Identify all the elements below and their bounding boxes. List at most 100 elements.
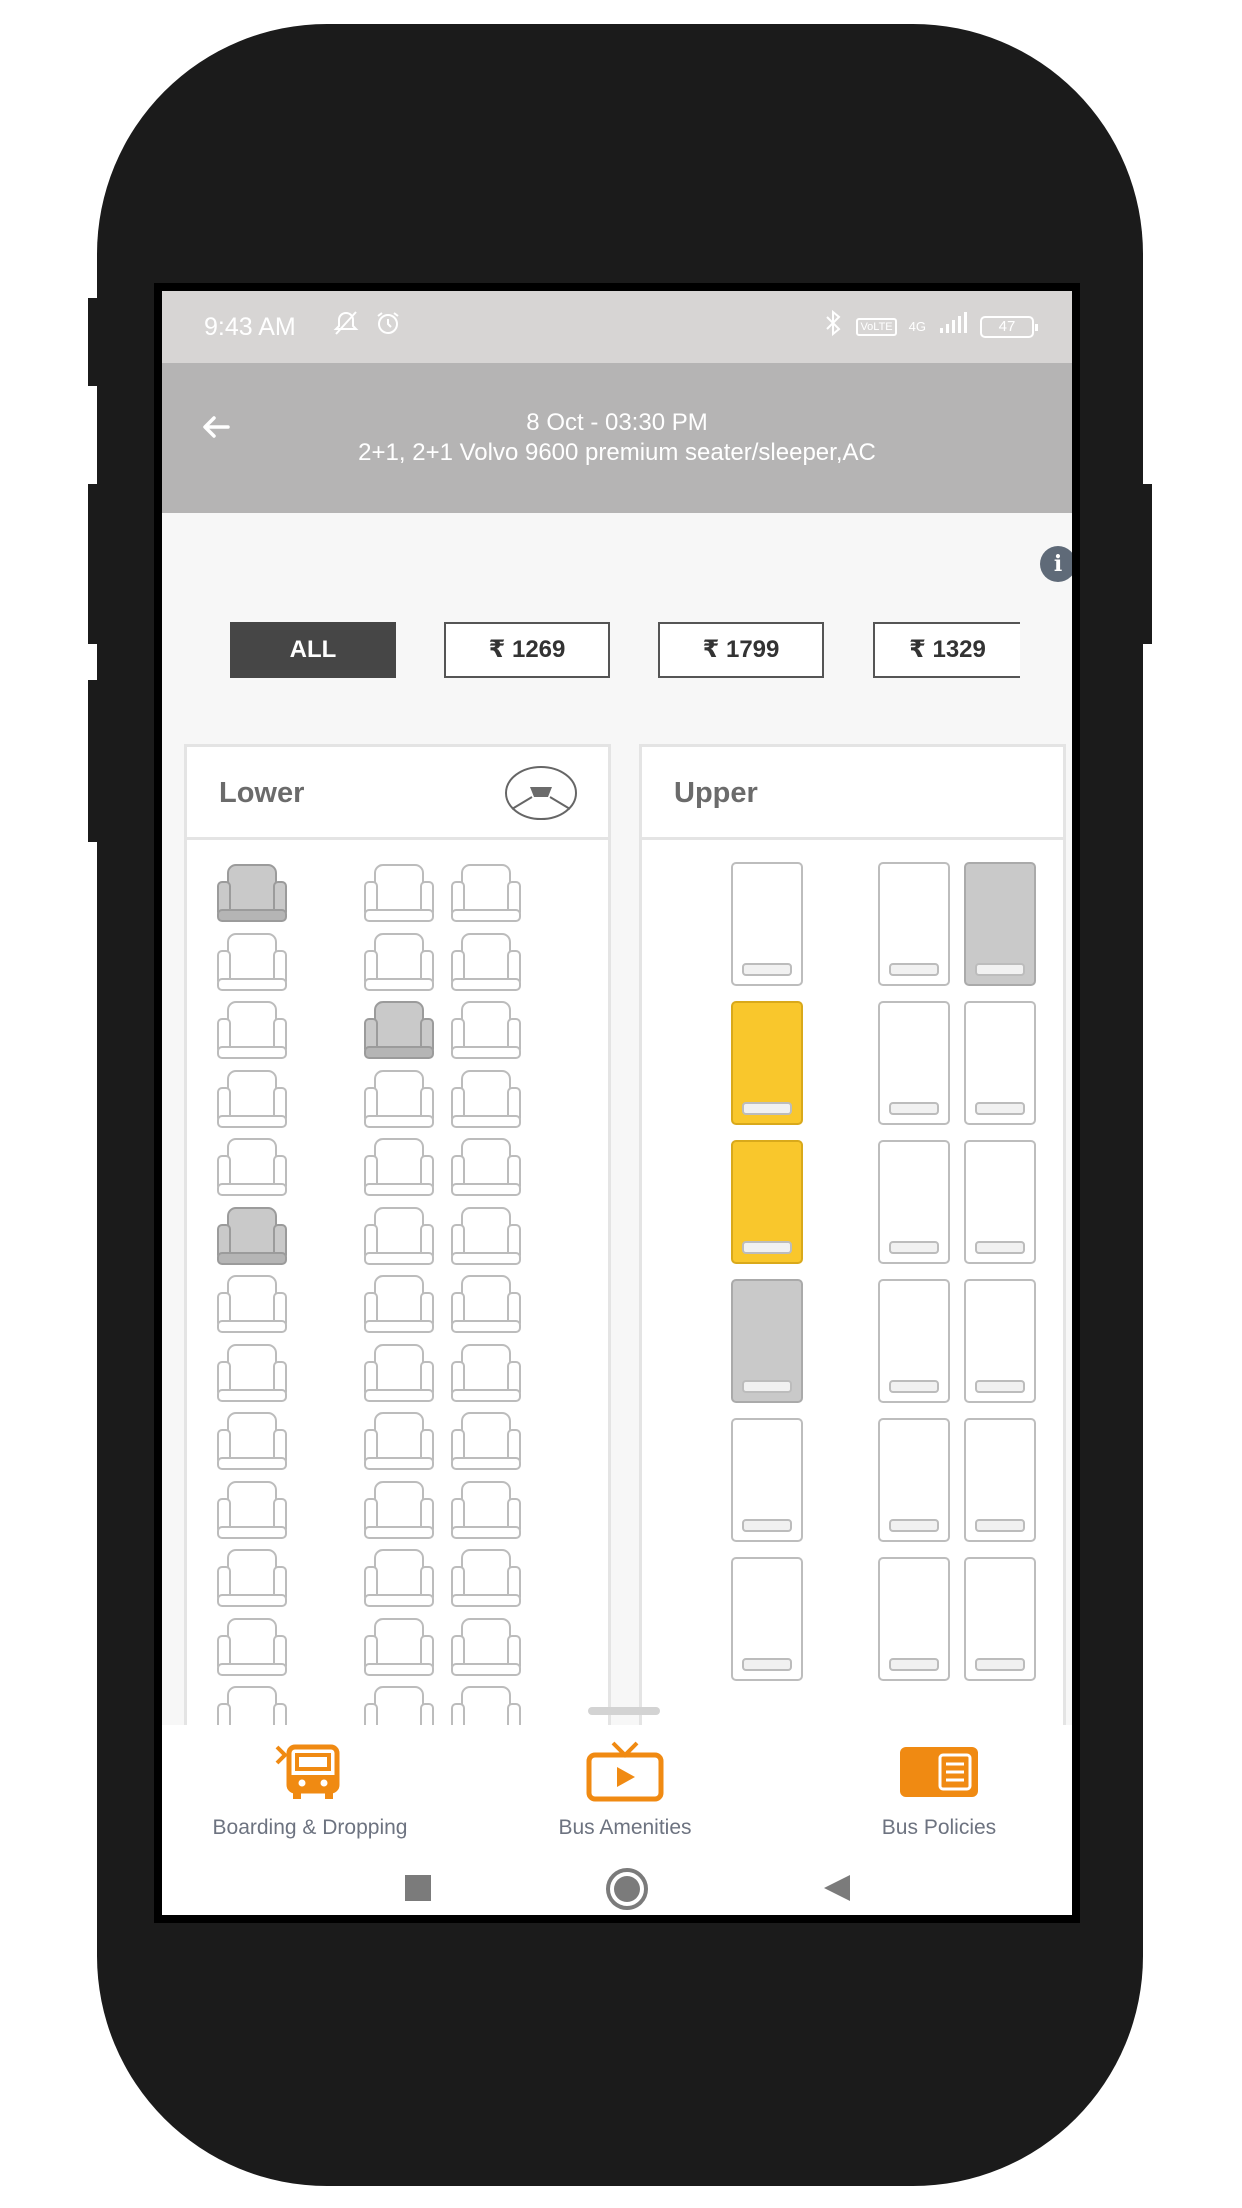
seat[interactable]	[215, 1068, 289, 1130]
home-circle-icon[interactable]	[605, 1867, 649, 1915]
seat[interactable]	[362, 999, 436, 1061]
berth-pillow	[975, 1519, 1025, 1532]
sleeper-berth[interactable]	[964, 1279, 1036, 1403]
bluetooth-icon	[822, 309, 844, 344]
seat[interactable]	[449, 999, 523, 1061]
sleeper-berth[interactable]	[731, 1140, 803, 1264]
sleeper-berth[interactable]	[878, 1557, 950, 1681]
seat[interactable]	[215, 1273, 289, 1335]
tab-boarding-dropping[interactable]: Boarding & Dropping	[180, 1741, 440, 1840]
tab-label: Bus Policies	[881, 1816, 997, 1839]
seat[interactable]	[449, 1136, 523, 1198]
sleeper-berth[interactable]	[964, 862, 1036, 986]
seat[interactable]	[215, 862, 289, 924]
bus-icon	[275, 1744, 345, 1807]
android-nav-bar	[162, 1851, 1072, 1915]
sleeper-berth[interactable]	[878, 862, 950, 986]
sleeper-berth[interactable]	[731, 862, 803, 986]
sleeper-berth[interactable]	[964, 1140, 1036, 1264]
seat[interactable]	[449, 1205, 523, 1267]
berth-pillow	[742, 1380, 792, 1393]
volte-icon: VoLTE	[856, 317, 897, 336]
seat[interactable]	[215, 1342, 289, 1404]
berth-pillow	[975, 1380, 1025, 1393]
berth-pillow	[975, 963, 1025, 976]
sleeper-berth[interactable]	[731, 1279, 803, 1403]
seat[interactable]	[362, 1410, 436, 1472]
tab-bus-amenities[interactable]: Bus Amenities	[495, 1741, 755, 1840]
sleeper-berth[interactable]	[878, 1140, 950, 1264]
seat[interactable]	[215, 1547, 289, 1609]
seat[interactable]	[362, 1342, 436, 1404]
berth-pillow	[742, 1102, 792, 1115]
drag-handle[interactable]	[588, 1707, 660, 1715]
seat[interactable]	[215, 999, 289, 1061]
sleeper-berth[interactable]	[964, 1557, 1036, 1681]
filter-price-button[interactable]: ₹ 1799	[658, 622, 824, 678]
lower-deck-title: Lower	[219, 777, 305, 809]
seat[interactable]	[215, 1136, 289, 1198]
seat[interactable]	[449, 1342, 523, 1404]
filter-all-button[interactable]: ALL	[230, 622, 396, 678]
seat[interactable]	[362, 1068, 436, 1130]
tab-label: Bus Amenities	[558, 1816, 692, 1839]
trip-datetime: 8 Oct - 03:30 PM	[526, 409, 708, 436]
seat[interactable]	[362, 1479, 436, 1541]
steering-wheel-icon	[504, 765, 578, 826]
seat[interactable]	[449, 1547, 523, 1609]
seat[interactable]	[362, 1136, 436, 1198]
seat[interactable]	[449, 1479, 523, 1541]
berth-pillow	[975, 1241, 1025, 1254]
recents-square-icon[interactable]	[403, 1873, 433, 1908]
seat[interactable]	[449, 1616, 523, 1678]
seat[interactable]	[362, 1616, 436, 1678]
seat[interactable]	[215, 1479, 289, 1541]
sleeper-berth[interactable]	[964, 1001, 1036, 1125]
seat[interactable]	[215, 1616, 289, 1678]
info-icon[interactable]: i	[1040, 546, 1072, 582]
filter-price-button[interactable]: ₹ 1329	[873, 622, 1020, 678]
sleeper-berth[interactable]	[878, 1418, 950, 1542]
app-screen: 9:43 AM VoLTE 4G 47 8 Oct - 03:30 PM 2+1…	[154, 283, 1080, 1923]
seat[interactable]	[449, 1410, 523, 1472]
sleeper-berth[interactable]	[731, 1001, 803, 1125]
status-right-icons: VoLTE 4G 47	[822, 309, 1038, 344]
filter-price-button[interactable]: ₹ 1269	[444, 622, 610, 678]
seat[interactable]	[215, 1410, 289, 1472]
seat[interactable]	[449, 862, 523, 924]
seat[interactable]	[362, 1205, 436, 1267]
seat[interactable]	[449, 931, 523, 993]
sleeper-berth[interactable]	[731, 1418, 803, 1542]
seat[interactable]	[362, 931, 436, 993]
policy-document-icon	[898, 1747, 980, 1807]
bottom-tab-bar: Boarding & Dropping Bus Amenities Bus Po…	[162, 1725, 1072, 1857]
signal-icon	[938, 312, 968, 341]
alarm-icon	[374, 309, 402, 344]
seat[interactable]	[362, 1547, 436, 1609]
berth-pillow	[889, 1380, 939, 1393]
sleeper-berth[interactable]	[878, 1279, 950, 1403]
network-label: 4G	[908, 319, 926, 334]
battery-icon: 47	[980, 315, 1038, 338]
tab-label: Boarding & Dropping	[212, 1816, 408, 1839]
sleeper-berth[interactable]	[964, 1418, 1036, 1542]
tab-bus-policies[interactable]: Bus Policies	[809, 1741, 1069, 1840]
berth-pillow	[742, 1519, 792, 1532]
status-left-icons	[332, 309, 402, 344]
seat[interactable]	[449, 1068, 523, 1130]
berth-pillow	[742, 1658, 792, 1671]
seat[interactable]	[215, 1205, 289, 1267]
berth-pillow	[889, 1241, 939, 1254]
back-triangle-icon[interactable]	[822, 1873, 852, 1908]
seat[interactable]	[362, 862, 436, 924]
lower-deck-seat-map	[184, 840, 611, 1740]
bus-type: 2+1, 2+1 Volvo 9600 premium seater/sleep…	[358, 439, 876, 466]
berth-pillow	[889, 963, 939, 976]
sleeper-berth[interactable]	[878, 1001, 950, 1125]
sleeper-berth[interactable]	[731, 1557, 803, 1681]
seat[interactable]	[215, 931, 289, 993]
seat[interactable]	[362, 1273, 436, 1335]
seat[interactable]	[449, 1273, 523, 1335]
upper-deck-header: Upper	[639, 744, 1066, 840]
berth-pillow	[889, 1102, 939, 1115]
